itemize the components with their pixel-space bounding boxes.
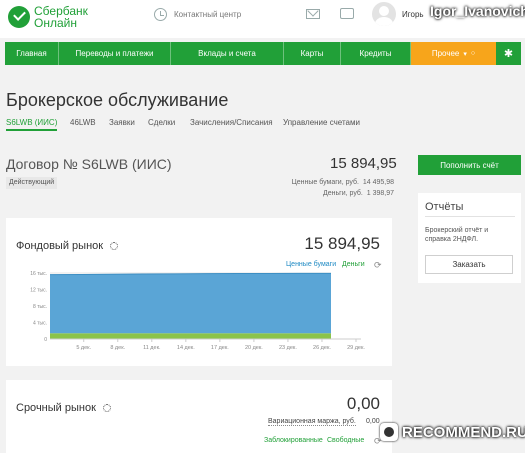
y-tick-label: 0 (44, 337, 47, 343)
x-tick-label: 26 дек. (313, 345, 331, 351)
x-tick-label: 14 дек. (177, 345, 195, 351)
variation-margin-value: 0,00 (366, 418, 380, 425)
futures-market-title: Срочный рынок (16, 402, 111, 414)
contact-center-label: Контактный центр (174, 10, 242, 19)
y-tick-label: 12 тыс. (30, 288, 47, 294)
x-tick-label: 5 дек. (76, 345, 91, 351)
securities-label: Ценные бумаги, руб. (291, 179, 359, 186)
securities-value: 14 495,98 (362, 179, 394, 186)
status-badge: Действующий (6, 177, 58, 189)
futures-market-card: Срочный рынок 0,00 Вариационная маржа, р… (6, 380, 392, 453)
x-tick-label: 17 дек. (211, 345, 229, 351)
contract-title: Договор № S6LWB (ИИС) (6, 156, 172, 172)
logo-line-2: Онлайн (34, 16, 77, 30)
username[interactable]: Игорь (402, 10, 424, 19)
area-series-money (50, 333, 331, 339)
nav-item-home[interactable]: Главная (5, 42, 59, 65)
tab-account-management[interactable]: Управление счетами (283, 118, 360, 127)
money-value: 1 398,97 (366, 190, 394, 197)
replenish-button[interactable]: Пополнить счёт (418, 155, 521, 175)
nav-item-deposits[interactable]: Вклады и счета (171, 42, 284, 65)
legend-securities[interactable]: Ценные бумаги (286, 261, 336, 268)
spinner-icon (102, 404, 111, 412)
avatar[interactable] (372, 2, 396, 26)
chat-icon[interactable] (340, 8, 354, 19)
reports-card: Отчёты Брокерский отчёт и справка 2НДФЛ.… (418, 193, 521, 283)
recommend-logo-icon (380, 423, 398, 441)
watermark-site: RECOMMEND.RU (380, 418, 525, 446)
futures-market-value: 0,00 (346, 394, 380, 413)
reports-description: Брокерский отчёт и справка 2НДФЛ. (425, 227, 489, 243)
x-tick-label: 20 дек. (245, 345, 263, 351)
stock-market-value: 15 894,95 (304, 234, 380, 253)
clock-icon (154, 8, 167, 21)
page-title: Брокерское обслуживание (6, 90, 229, 110)
watermark-username: Igor_Ivanovich (430, 3, 525, 19)
area-series-securities (50, 273, 331, 334)
chevron-down-icon: ▾ (463, 50, 467, 58)
free-label[interactable]: Свободные (327, 437, 364, 444)
order-report-button[interactable]: Заказать (425, 255, 513, 274)
stock-market-title-text: Фондовый рынок (16, 240, 104, 252)
main-nav: Главная Переводы и платежи Вклады и счет… (5, 42, 521, 65)
top-header: Сбербанк Онлайн Контактный центр Игорь I… (0, 0, 525, 38)
divider (425, 216, 515, 217)
contract-total: 15 894,95 (330, 155, 397, 172)
circle-icon: ○ (470, 50, 476, 57)
y-tick-label: 8 тыс. (33, 304, 47, 310)
nav-more-label: Прочее (431, 49, 460, 58)
y-tick-label: 16 тыс. (30, 271, 47, 277)
gear-icon: ✱ (503, 48, 514, 60)
futures-market-title-text: Срочный рынок (16, 402, 96, 414)
stock-market-title: Фондовый рынок (16, 240, 119, 252)
variation-margin-label[interactable]: Вариационная маржа, руб. (268, 418, 356, 426)
x-tick-label: 8 дек. (110, 345, 125, 351)
mail-icon[interactable] (306, 9, 320, 19)
reports-title: Отчёты (425, 201, 464, 213)
nav-item-more[interactable]: Прочее ▾ ○ (411, 42, 496, 65)
tab-deals[interactable]: Сделки (148, 118, 175, 127)
spinner-icon (110, 242, 119, 250)
x-tick-label: 23 дек. (279, 345, 297, 351)
blocked-label[interactable]: Заблокированные (264, 437, 323, 444)
x-tick-label: 29 дек. (347, 345, 365, 351)
tab-46lwb[interactable]: 46LWB (70, 118, 96, 127)
money-label: Деньги, руб. (323, 190, 363, 197)
y-tick-label: 4 тыс. (33, 321, 47, 327)
tab-orders[interactable]: Заявки (109, 118, 135, 127)
tab-transactions[interactable]: Зачисления/Списания (190, 118, 273, 127)
nav-item-credits[interactable]: Кредиты (341, 42, 411, 65)
stock-market-card: Фондовый рынок 15 894,95 Ценные бумаги Д… (6, 218, 392, 366)
nav-item-cards[interactable]: Карты (284, 42, 341, 65)
sberbank-logo-icon (8, 6, 30, 28)
securities-breakdown: Ценные бумаги, руб. 14 495,98 (292, 179, 394, 186)
x-tick-label: 11 дек. (143, 345, 161, 351)
stock-chart: 0 4 тыс. 8 тыс. 12 тыс. 16 тыс. 5 дек. 8 дек. 1… (30, 271, 365, 351)
sberbank-logo[interactable]: Сбербанк Онлайн (8, 5, 88, 35)
watermark-site-text: RECOMMEND.RU (402, 423, 525, 441)
nav-item-transfers[interactable]: Переводы и платежи (59, 42, 171, 65)
tab-s6lwb[interactable]: S6LWB (ИИС) (6, 118, 58, 131)
money-breakdown: Деньги, руб. 1 398,97 (323, 190, 394, 197)
legend-money[interactable]: Деньги (342, 261, 365, 268)
settings-button[interactable]: ✱ (496, 42, 521, 65)
